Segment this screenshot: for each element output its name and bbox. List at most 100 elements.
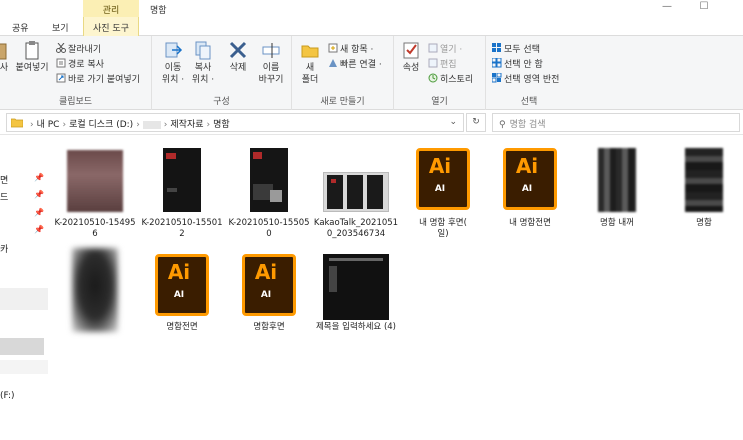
refresh-button[interactable]: ↻ bbox=[466, 113, 486, 132]
title-bar: 관리 명함 — ☐ bbox=[0, 0, 743, 17]
nav-item-redacted[interactable] bbox=[0, 360, 48, 374]
invert-selection-label: 선택 영역 반전 bbox=[504, 75, 560, 85]
file-item[interactable]: 제목을 입력하세요 (4) bbox=[313, 246, 399, 350]
select-none-icon bbox=[491, 57, 502, 68]
ribbon-group-organize: 이동 위치 · 복사 위치 · 삭제 이름 바꾸기 구성 bbox=[152, 36, 292, 110]
ai-icon-sublabel: AI bbox=[260, 290, 272, 300]
ribbon: 사 붙여넣기 잘라내기 경로 복사 바로 가기 붙여넣기 클립보드 이동 위치 … bbox=[0, 36, 743, 110]
file-item[interactable]: Ai AI 명함후면 bbox=[226, 246, 312, 350]
delete-button[interactable]: 삭제 bbox=[224, 40, 252, 74]
copy-path-icon bbox=[56, 58, 66, 68]
file-item[interactable]: Ai AI 명함전면 bbox=[139, 246, 225, 350]
paste-partial-label: 사 bbox=[0, 63, 9, 73]
pin-icon[interactable]: 📌 bbox=[34, 190, 44, 199]
open-button[interactable]: 열기 · bbox=[428, 42, 462, 55]
select-all-button[interactable]: 모두 선택 bbox=[492, 42, 540, 55]
cut-label: 잘라내기 bbox=[68, 45, 102, 55]
select-none-button[interactable]: 선택 안 함 bbox=[491, 57, 543, 70]
copy-to-icon bbox=[193, 40, 213, 60]
select-all-label: 모두 선택 bbox=[504, 45, 540, 55]
paste-partial-button[interactable]: 사 bbox=[0, 40, 10, 74]
history-button[interactable]: 히스토리 bbox=[428, 72, 473, 85]
nav-item-redacted[interactable] bbox=[0, 288, 48, 310]
file-item[interactable]: Ai AI 내 명함전면 bbox=[487, 144, 573, 248]
paste-shortcut-button[interactable]: 바로 가기 붙여넣기 bbox=[56, 72, 140, 85]
nav-item-drive-f[interactable]: (F:) bbox=[0, 391, 15, 401]
new-item-label: 새 항목 · bbox=[340, 45, 374, 55]
invert-selection-button[interactable]: 선택 영역 반전 bbox=[491, 72, 560, 85]
image-thumbnail bbox=[574, 144, 660, 216]
file-item[interactable]: K-20210510-155050 bbox=[226, 144, 312, 248]
copy-to-button[interactable]: 복사 위치 · bbox=[188, 40, 218, 86]
image-thumbnail bbox=[661, 144, 743, 216]
move-label-2: 위치 · bbox=[161, 75, 185, 85]
nav-item-selected[interactable] bbox=[0, 338, 44, 355]
clipboard-icon bbox=[22, 40, 42, 60]
nav-item-1[interactable]: 면 bbox=[0, 173, 8, 186]
ribbon-group-select: 모두 선택 선택 안 함 선택 영역 반전 선택 bbox=[486, 36, 572, 110]
chevron-down-icon[interactable]: ⌄ bbox=[449, 117, 457, 127]
easy-access-button[interactable]: 빠른 연결 · bbox=[328, 57, 382, 70]
pin-icon[interactable]: 📌 bbox=[34, 173, 44, 182]
pin-icon[interactable]: 📌 bbox=[34, 225, 44, 234]
paste-shortcut-label: 바로 가기 붙여넣기 bbox=[68, 75, 140, 85]
maximize-button[interactable]: ☐ bbox=[697, 1, 711, 12]
move-label: 이동 bbox=[164, 63, 182, 73]
rename-icon bbox=[261, 40, 281, 60]
rename-button[interactable]: 이름 바꾸기 bbox=[254, 40, 288, 86]
edit-button[interactable]: 편집 bbox=[428, 57, 457, 70]
breadcrumb-folder1[interactable]: 제작자료 bbox=[170, 120, 203, 130]
search-input[interactable]: ⚲ 명함 검색 bbox=[492, 113, 740, 132]
pin-icon[interactable]: 📌 bbox=[34, 208, 44, 217]
breadcrumb-folder2[interactable]: 명함 bbox=[213, 120, 230, 130]
context-tab-group-label: 관리 bbox=[83, 0, 139, 17]
breadcrumb-redacted bbox=[142, 120, 161, 129]
invert-selection-icon bbox=[491, 72, 502, 83]
new-item-button[interactable]: 새 항목 · bbox=[328, 42, 373, 55]
paste-label: 붙여넣기 bbox=[15, 63, 49, 73]
folder-icon bbox=[10, 117, 24, 131]
nav-item-3[interactable]: 카 bbox=[0, 242, 8, 255]
tab-picture-tools[interactable]: 사진 도구 bbox=[83, 17, 139, 36]
ai-file-icon: Ai AI bbox=[487, 144, 573, 216]
file-item[interactable]: K-20210510-155012 bbox=[139, 144, 225, 248]
file-item[interactable] bbox=[52, 246, 138, 350]
search-icon: ⚲ bbox=[499, 120, 506, 130]
tab-share[interactable]: 공유 bbox=[12, 21, 29, 34]
image-thumbnail bbox=[139, 144, 225, 216]
properties-button[interactable]: 속성 bbox=[398, 40, 424, 74]
ribbon-group-clipboard: 사 붙여넣기 잘라내기 경로 복사 바로 가기 붙여넣기 클립보드 bbox=[0, 36, 152, 110]
select-all-icon bbox=[492, 43, 502, 53]
clipboard-group-label: 클립보드 bbox=[58, 97, 93, 107]
file-item[interactable]: KakaoTalk_20210510_203546734 bbox=[313, 144, 399, 248]
file-grid: K-20210510-154956 K-20210510-155012 K-20… bbox=[48, 136, 743, 440]
copy-label: 복사 bbox=[194, 63, 212, 73]
delete-label: 삭제 bbox=[229, 63, 247, 73]
breadcrumb-this-pc[interactable]: 내 PC bbox=[37, 120, 60, 130]
image-thumbnail bbox=[52, 246, 138, 336]
file-item[interactable]: 명함 내꺼 bbox=[574, 144, 660, 248]
cut-button[interactable]: 잘라내기 bbox=[56, 42, 101, 55]
paste-button[interactable]: 붙여넣기 bbox=[14, 40, 50, 74]
move-to-button[interactable]: 이동 위치 · bbox=[158, 40, 188, 86]
nav-item-2[interactable]: 드 bbox=[0, 190, 8, 203]
file-item[interactable]: Ai AI 내 명함 후면( 일) bbox=[400, 144, 486, 248]
file-name: K-20210510-154956 bbox=[54, 218, 136, 239]
organize-group-label: 구성 bbox=[213, 97, 230, 107]
breadcrumb-drive[interactable]: 로컬 디스크 (D:) bbox=[69, 120, 133, 130]
file-name: 명함전면 bbox=[166, 322, 198, 332]
ai-file-icon: Ai AI bbox=[139, 246, 225, 318]
history-icon bbox=[428, 73, 438, 83]
file-name: K-20210510-155012 bbox=[141, 218, 223, 239]
breadcrumb: › 내 PC › 로컬 디스크 (D:) › › 제작자료 › 명함 bbox=[30, 120, 230, 130]
new-folder-button[interactable]: 새 폴더 bbox=[296, 40, 324, 86]
address-bar[interactable]: › 내 PC › 로컬 디스크 (D:) › › 제작자료 › 명함 ⌄ bbox=[6, 113, 464, 132]
open-group-label: 열기 bbox=[431, 97, 448, 107]
tab-view[interactable]: 보기 bbox=[52, 21, 69, 34]
minimize-button[interactable]: — bbox=[660, 1, 674, 12]
file-item[interactable]: K-20210510-154956 bbox=[52, 144, 138, 248]
rename-label: 이름 bbox=[262, 63, 280, 73]
copy-path-button[interactable]: 경로 복사 bbox=[56, 57, 104, 70]
image-thumbnail bbox=[313, 144, 399, 216]
file-item[interactable]: 명함 bbox=[661, 144, 743, 248]
